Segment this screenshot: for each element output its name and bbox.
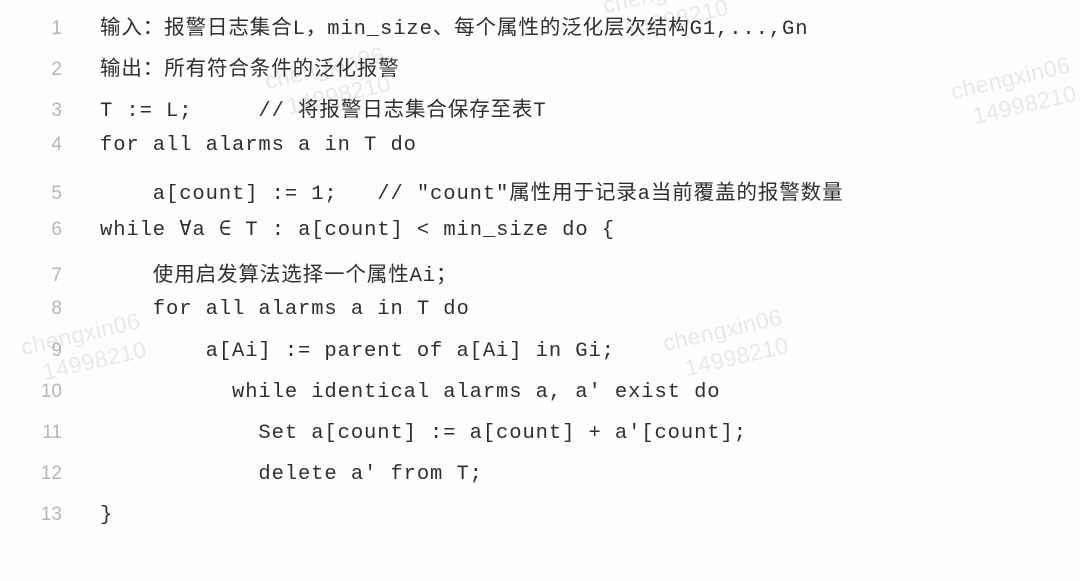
code-line: 9 a[Ai] := parent of a[Ai] in Gi; <box>0 340 1080 381</box>
pseudocode-code-block: chengxin06 14998210 chengxin06 14998210 … <box>0 0 1080 581</box>
code-line: 1 输入：报警日志集合L，min_size、每个属性的泛化层次结构G1,...,… <box>0 10 1080 51</box>
line-content: a[count] := 1; // "count"属性用于记录a当前覆盖的报警数… <box>100 182 844 206</box>
line-content: } <box>100 504 114 528</box>
code-line: 13 } <box>0 504 1080 545</box>
line-number: 5 <box>51 182 62 204</box>
line-number: 2 <box>51 59 62 81</box>
code-line: 8 for all alarms a in T do <box>0 298 1080 339</box>
line-number: 3 <box>51 100 62 122</box>
line-number: 6 <box>51 218 62 240</box>
code-line: 6 while ∀a ∈ T : a[count] < min_size do … <box>0 216 1080 257</box>
line-number: 9 <box>51 339 62 361</box>
line-number: 1 <box>51 18 62 39</box>
code-lines-container: 1 输入：报警日志集合L，min_size、每个属性的泛化层次结构G1,...,… <box>0 0 1080 545</box>
code-line: 2 输出：所有符合条件的泛化报警 <box>0 51 1080 92</box>
code-line: 4 for all alarms a in T do <box>0 134 1080 175</box>
line-content: Set a[count] := a[count] + a'[count]; <box>100 421 747 445</box>
line-number: 13 <box>40 504 62 526</box>
line-content: 使用启发算法选择一个属性Ai； <box>100 265 458 289</box>
code-line: 11 Set a[count] := a[count] + a'[count]; <box>0 422 1080 463</box>
line-content: T := L; // 将报警日志集合保存至表T <box>100 100 547 124</box>
line-content: a[Ai] := parent of a[Ai] in Gi; <box>100 339 615 363</box>
line-content: 输入：报警日志集合L，min_size、每个属性的泛化层次结构G1,...,Gn <box>100 18 809 41</box>
line-number: 10 <box>40 380 62 402</box>
line-content: while identical alarms a, a' exist do <box>100 380 721 404</box>
code-line: 5 a[count] := 1; // "count"属性用于记录a当前覆盖的报… <box>0 175 1080 216</box>
line-number: 11 <box>42 421 62 443</box>
line-content: for all alarms a in T do <box>100 298 470 322</box>
code-line: 7 使用启发算法选择一个属性Ai； <box>0 257 1080 298</box>
line-content: 输出：所有符合条件的泛化报警 <box>100 59 400 83</box>
code-line: 12 delete a' from T; <box>0 463 1080 504</box>
line-number: 4 <box>51 133 62 155</box>
code-line: 10 while identical alarms a, a' exist do <box>0 381 1080 422</box>
line-number: 12 <box>40 463 62 485</box>
line-content: delete a' from T; <box>100 463 483 487</box>
line-content: for all alarms a in T do <box>100 133 417 157</box>
line-content: while ∀a ∈ T : a[count] < min_size do { <box>100 218 615 242</box>
line-number: 8 <box>51 298 62 320</box>
line-number: 7 <box>51 265 62 287</box>
code-line: 3 T := L; // 将报警日志集合保存至表T <box>0 92 1080 133</box>
